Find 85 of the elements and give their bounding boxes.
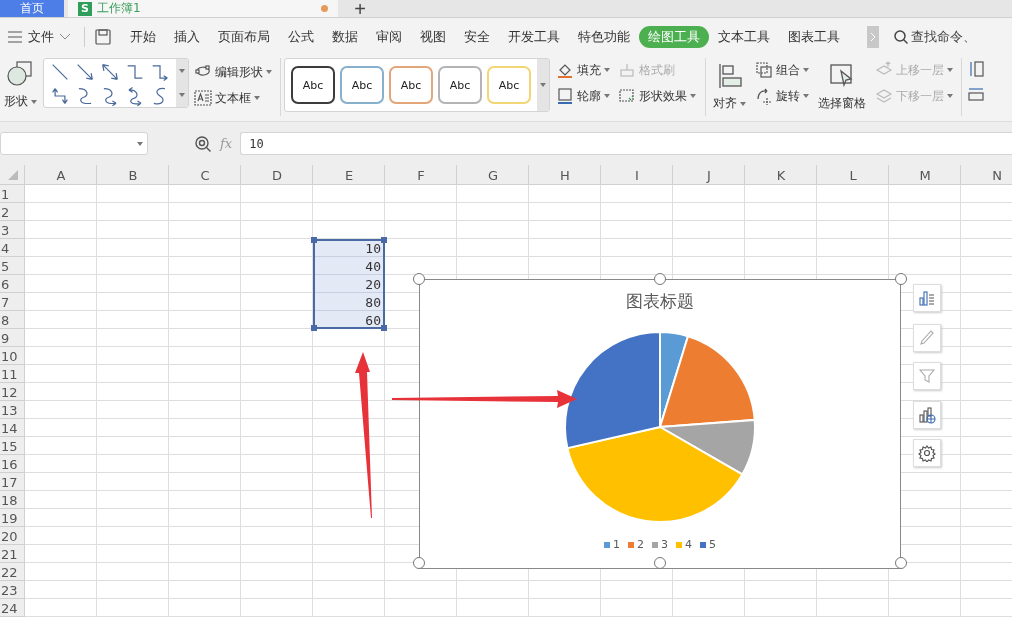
menu-tab[interactable]: 文本工具 [709,25,779,48]
column-header[interactable]: A [25,165,97,185]
shapes-button[interactable]: 形状 [0,58,41,113]
new-tab-button[interactable]: + [338,0,382,17]
row-header[interactable]: 8 [0,311,25,329]
table-cell: 80 [313,293,385,311]
row-header[interactable]: 6 [0,275,25,293]
tab-label: 工作簿1 [97,0,141,17]
row-header[interactable]: 20 [0,527,25,545]
row-header[interactable]: 21 [0,545,25,563]
table-cell: 40 [313,257,385,275]
row-header[interactable]: 17 [0,473,25,491]
column-header[interactable]: C [169,165,241,185]
column-header[interactable]: L [817,165,889,185]
ribbon-button[interactable]: 组合 [753,60,811,80]
row-header[interactable]: 3 [0,221,25,239]
legend-label: 4 [685,538,692,551]
row-header[interactable]: 24 [0,599,25,617]
style-preset[interactable]: Abc [340,66,384,104]
row-header[interactable]: 5 [0,257,25,275]
legend-label: 2 [637,538,644,551]
style-preset[interactable]: Abc [291,66,335,104]
row-header[interactable]: 19 [0,509,25,527]
ribbon-button[interactable]: 选择窗格 [814,58,870,115]
row-header[interactable]: 18 [0,491,25,509]
row-header[interactable]: 7 [0,293,25,311]
column-header[interactable]: E [313,165,385,185]
menu-tab[interactable]: 开始 [121,25,165,48]
menu-tab[interactable]: 公式 [279,25,323,48]
column-header[interactable]: J [673,165,745,185]
legend-label: 5 [709,538,716,551]
row-header[interactable]: 1 [0,185,25,203]
column-header[interactable]: N [961,165,1012,185]
row-header[interactable]: 16 [0,455,25,473]
row-header[interactable]: 9 [0,329,25,347]
ribbon-button[interactable]: 对齐 [709,58,750,115]
home-tab[interactable]: 首页 [0,0,64,17]
file-menu[interactable]: 文件 [0,27,78,46]
chart-title: 图表标题 [626,289,694,313]
row-header[interactable]: 11 [0,365,25,383]
column-header[interactable]: K [745,165,817,185]
document-tab[interactable]: S 工作簿1 [68,0,338,17]
menu-tab[interactable]: 审阅 [367,25,411,48]
column-header[interactable]: M [889,165,961,185]
style-preset[interactable]: Abc [487,66,531,104]
row-header[interactable]: 4 [0,239,25,257]
style-preset[interactable]: Abc [438,66,482,104]
ribbon-button[interactable]: 旋转 [753,86,811,106]
column-header[interactable]: F [385,165,457,185]
table-cell: 20 [313,275,385,293]
row-header[interactable]: 12 [0,383,25,401]
column-header[interactable]: G [457,165,529,185]
column-header[interactable]: B [97,165,169,185]
menu-tab[interactable]: 页面布局 [209,25,279,48]
menu-tab[interactable]: 插入 [165,25,209,48]
column-header[interactable]: H [529,165,601,185]
style-preset[interactable]: Abc [389,66,433,104]
ribbon-button[interactable]: 轮廓 [554,86,612,106]
menu-tab[interactable]: 数据 [323,25,367,48]
row-header[interactable]: 15 [0,437,25,455]
row-header[interactable]: 13 [0,401,25,419]
search-field[interactable]: 查找命令、 [893,27,976,46]
column-header[interactable]: I [601,165,673,185]
menu-tab[interactable]: 特色功能 [569,25,639,48]
menu-tab[interactable]: 视图 [411,25,455,48]
column-header[interactable]: D [241,165,313,185]
menu-tab[interactable]: 图表工具 [779,25,849,48]
legend-label: 1 [613,538,620,551]
row-header[interactable]: 22 [0,563,25,581]
row-header[interactable]: 10 [0,347,25,365]
row-header[interactable]: 14 [0,419,25,437]
row-header[interactable]: 2 [0,203,25,221]
formula-field[interactable]: 10 [240,132,1012,155]
chart-area[interactable]: 图表标题 1 2 3 4 5 [419,279,901,569]
row-header[interactable]: 23 [0,581,25,599]
menu-tab[interactable]: 开发工具 [499,25,569,48]
spreadsheet-icon: S [78,1,92,16]
ribbon-button[interactable]: 文本框 [192,88,274,108]
ribbon-button[interactable]: 填充 [554,60,612,80]
menu-tab[interactable]: 安全 [455,25,499,48]
ribbon-button[interactable]: 编辑形状 [192,62,274,82]
table-cell: 10 [313,239,385,257]
ribbon-button[interactable]: 形状效果 [616,86,698,106]
legend-label: 3 [661,538,668,551]
table-cell: 60 [313,311,385,329]
